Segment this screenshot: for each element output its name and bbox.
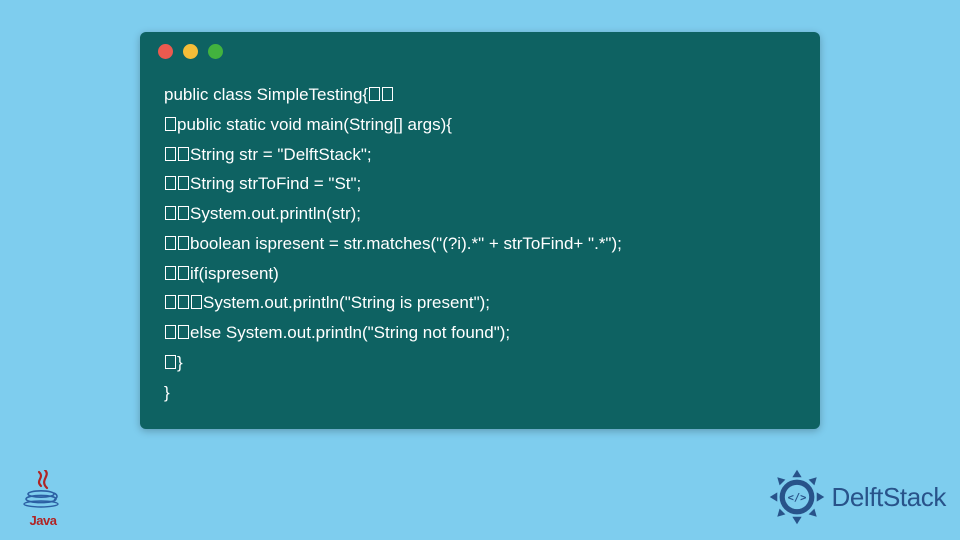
code-text: public class SimpleTesting{ <box>164 85 368 104</box>
tofu-icon <box>165 236 176 250</box>
tofu-icon <box>178 236 189 250</box>
code-text: } <box>164 383 170 402</box>
delftstack-cog-icon: </> <box>768 468 826 526</box>
window-titlebar <box>140 32 820 70</box>
java-logo: Java <box>16 470 70 528</box>
delftstack-label: DelftStack <box>832 482 947 513</box>
tofu-icon <box>165 117 176 131</box>
code-line: } <box>164 378 796 408</box>
tofu-icon <box>178 295 189 309</box>
tofu-icon <box>165 206 176 220</box>
code-line: String str = "DelftStack"; <box>164 140 796 170</box>
code-line: System.out.println("String is present"); <box>164 288 796 318</box>
code-text: boolean ispresent = str.matches("(?i).*"… <box>190 234 622 253</box>
java-label: Java <box>16 513 70 528</box>
code-line: else System.out.println("String not foun… <box>164 318 796 348</box>
tofu-icon <box>165 295 176 309</box>
tofu-icon <box>191 295 202 309</box>
code-line: if(ispresent) <box>164 259 796 289</box>
code-body: public class SimpleTesting{ public stati… <box>140 70 820 429</box>
code-text: else System.out.println("String not foun… <box>190 323 510 342</box>
java-cup-icon <box>21 470 65 508</box>
close-icon[interactable] <box>158 44 173 59</box>
code-text: public static void main(String[] args){ <box>177 115 452 134</box>
code-line: public class SimpleTesting{ <box>164 80 796 110</box>
minimize-icon[interactable] <box>183 44 198 59</box>
code-window: public class SimpleTesting{ public stati… <box>140 32 820 429</box>
tofu-icon <box>165 176 176 190</box>
tofu-icon <box>165 325 176 339</box>
code-text: if(ispresent) <box>190 264 279 283</box>
tofu-icon <box>178 176 189 190</box>
code-text: } <box>177 353 183 372</box>
tofu-icon <box>165 147 176 161</box>
code-line: String strToFind = "St"; <box>164 169 796 199</box>
code-text: System.out.println(str); <box>190 204 361 223</box>
code-line: System.out.println(str); <box>164 199 796 229</box>
tofu-icon <box>178 206 189 220</box>
code-text: String str = "DelftStack"; <box>190 145 372 164</box>
tofu-icon <box>382 87 393 101</box>
tofu-icon <box>178 266 189 280</box>
svg-text:</>: </> <box>787 492 806 504</box>
tofu-icon <box>178 325 189 339</box>
tofu-icon <box>165 355 176 369</box>
code-line: boolean ispresent = str.matches("(?i).*"… <box>164 229 796 259</box>
code-text: String strToFind = "St"; <box>190 174 361 193</box>
tofu-icon <box>165 266 176 280</box>
code-text: System.out.println("String is present"); <box>203 293 490 312</box>
maximize-icon[interactable] <box>208 44 223 59</box>
code-line: public static void main(String[] args){ <box>164 110 796 140</box>
delftstack-logo: </> DelftStack <box>768 468 947 526</box>
tofu-icon <box>178 147 189 161</box>
tofu-icon <box>369 87 380 101</box>
code-line: } <box>164 348 796 378</box>
